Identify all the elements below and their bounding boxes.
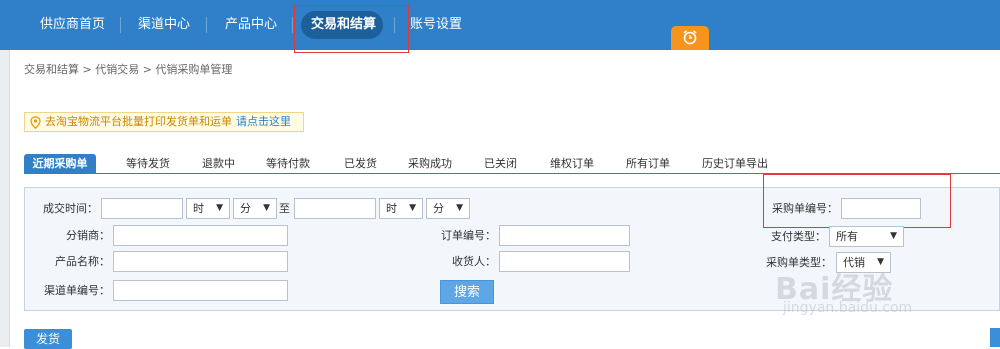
- nav-item-supplier-home[interactable]: 供应商首页: [40, 0, 105, 50]
- tab-all-orders[interactable]: 所有订单: [626, 154, 670, 174]
- nav-divider: [206, 17, 207, 33]
- breadcrumb: 交易和结算 > 代销交易 > 代销采购单管理: [24, 63, 233, 76]
- tab-export-history-orders[interactable]: 历史订单导出: [702, 154, 768, 174]
- channel-order-no-label: 渠道单编号：: [44, 284, 110, 297]
- start-hour-select[interactable]: 时 ▼: [186, 198, 230, 219]
- distributor-input[interactable]: [113, 225, 288, 246]
- baidu-jingyan-watermark: Bai经验 jingyan.baidu.com: [775, 264, 955, 324]
- location-pin-icon: [30, 116, 41, 129]
- receiver-label: 收货人：: [452, 255, 496, 268]
- product-name-label: 产品名称：: [55, 255, 110, 268]
- alarm-clock-icon: [683, 30, 697, 45]
- tab-shipped[interactable]: 已发货: [344, 154, 377, 174]
- tab-closed[interactable]: 已关闭: [484, 154, 517, 174]
- channel-order-no-input[interactable]: [113, 280, 288, 301]
- right-edge-button[interactable]: [990, 328, 1000, 347]
- tab-rights-orders[interactable]: 维权订单: [550, 154, 594, 174]
- chevron-down-icon: ▼: [263, 203, 270, 213]
- chevron-down-icon: ▼: [456, 203, 463, 213]
- alarm-button[interactable]: [671, 26, 709, 50]
- ship-button[interactable]: 发货: [24, 329, 72, 349]
- left-sidebar-strip: [0, 50, 10, 347]
- highlight-box-purchase-no: [763, 174, 951, 228]
- pay-type-label: 支付类型：: [771, 230, 826, 243]
- chevron-down-icon: ▼: [216, 203, 223, 213]
- order-no-input[interactable]: [499, 225, 630, 246]
- product-name-input[interactable]: [113, 251, 288, 272]
- order-no-label: 订单编号：: [441, 229, 496, 242]
- deal-time-start-date-input[interactable]: [101, 198, 183, 219]
- tab-refunding[interactable]: 退款中: [202, 154, 235, 174]
- chevron-down-icon: ▼: [409, 203, 416, 213]
- tab-purchase-success[interactable]: 采购成功: [408, 154, 452, 174]
- chevron-down-icon: ▼: [890, 231, 897, 241]
- tab-recent-purchase-orders[interactable]: 近期采购单: [24, 154, 96, 174]
- to-label: 至: [279, 202, 290, 215]
- highlight-box-nav: [294, 5, 409, 53]
- nav-item-product-center[interactable]: 产品中心: [225, 0, 277, 50]
- deal-time-label: 成交时间：: [43, 202, 98, 215]
- watermark-url: jingyan.baidu.com: [783, 300, 913, 316]
- tab-awaiting-shipment[interactable]: 等待发货: [126, 154, 170, 174]
- notice-banner: 去淘宝物流平台批量打印发货单和运单 请点击这里: [24, 112, 304, 132]
- nav-item-channel-center[interactable]: 渠道中心: [138, 0, 190, 50]
- distributor-label: 分销商：: [66, 229, 110, 242]
- deal-time-end-date-input[interactable]: [294, 198, 376, 219]
- nav-item-account-settings[interactable]: 账号设置: [410, 0, 462, 50]
- nav-divider: [292, 17, 293, 33]
- search-button[interactable]: 搜索: [440, 280, 494, 304]
- pay-type-select[interactable]: 所有 ▼: [829, 226, 904, 247]
- nav-divider: [120, 17, 121, 33]
- start-minute-select[interactable]: 分 ▼: [233, 198, 277, 219]
- notice-text: 去淘宝物流平台批量打印发货单和运单: [45, 115, 232, 128]
- tab-awaiting-payment[interactable]: 等待付款: [266, 154, 310, 174]
- receiver-input[interactable]: [499, 251, 630, 272]
- end-minute-select[interactable]: 分 ▼: [426, 198, 470, 219]
- end-hour-select[interactable]: 时 ▼: [379, 198, 423, 219]
- notice-link[interactable]: 请点击这里: [236, 115, 291, 128]
